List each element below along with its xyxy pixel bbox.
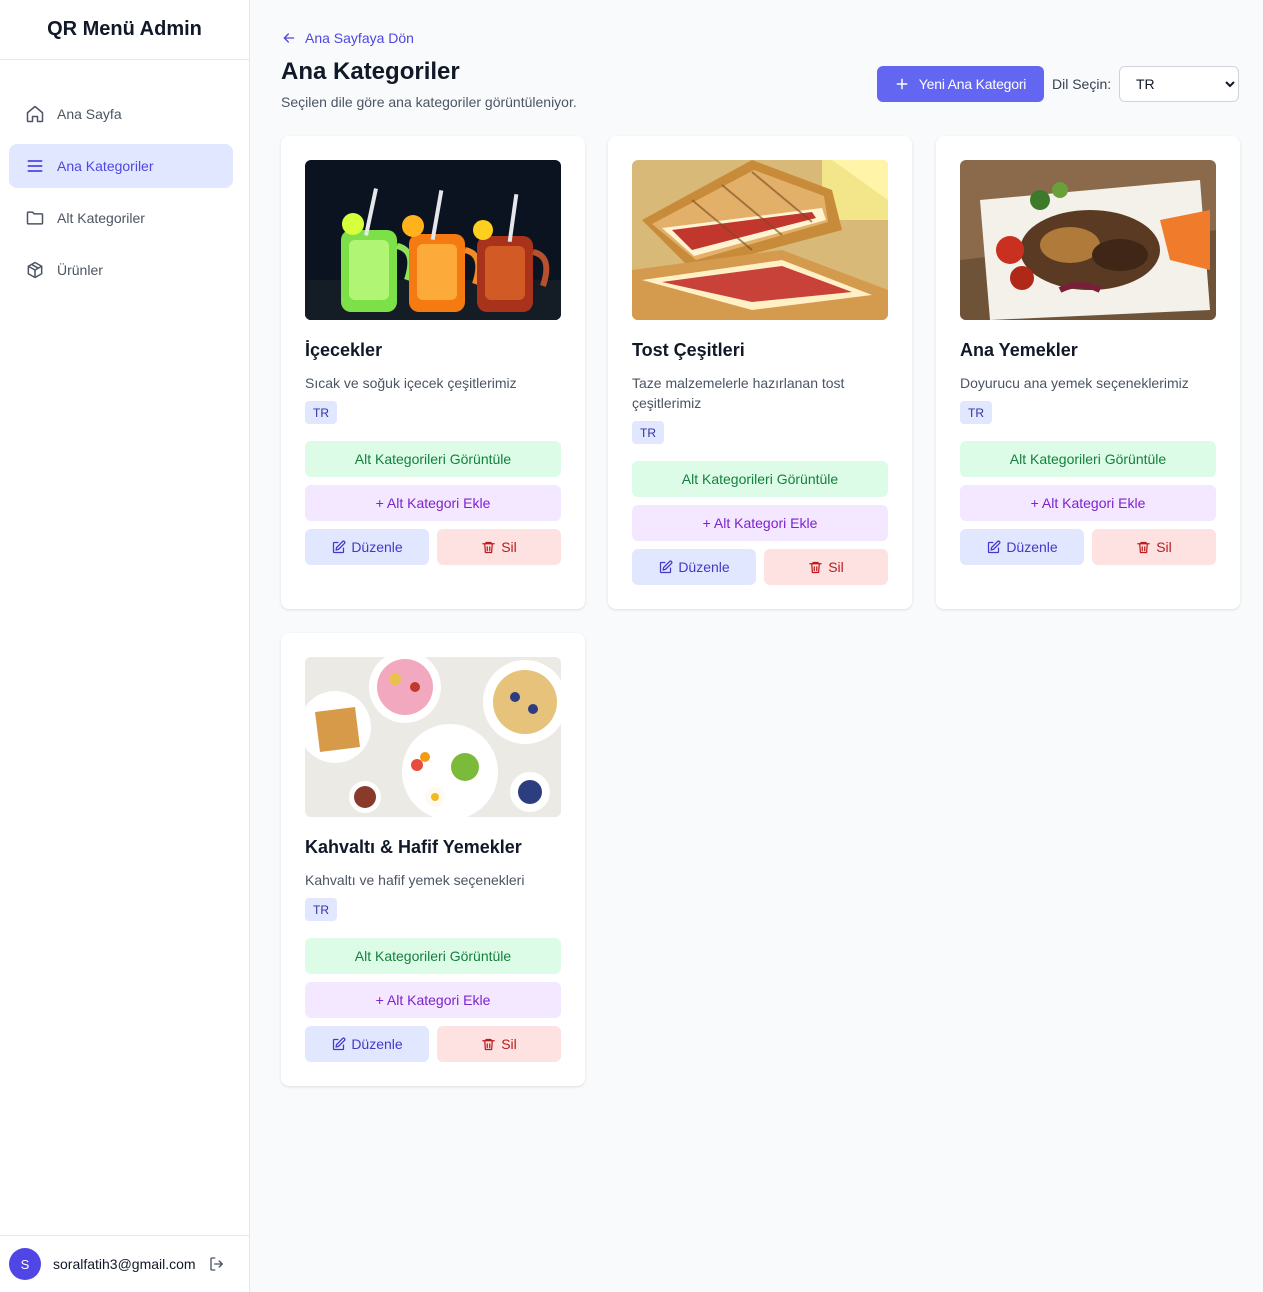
sidebar-item-main-categories[interactable]: Ana Kategoriler xyxy=(9,144,233,188)
add-subcategory-button[interactable]: + Alt Kategori Ekle xyxy=(305,485,561,521)
new-main-category-label: Yeni Ana Kategori xyxy=(918,76,1027,92)
sidebar-item-label: Alt Kategoriler xyxy=(57,210,145,226)
delete-label: Sil xyxy=(501,1036,517,1052)
category-card: Ana Yemekler Doyurucu ana yemek seçenekl… xyxy=(936,136,1240,609)
category-card: Kahvaltı & Hafif Yemekler Kahvaltı ve ha… xyxy=(281,633,585,1086)
edit-button[interactable]: Düzenle xyxy=(632,549,756,585)
edit-button[interactable]: Düzenle xyxy=(960,529,1084,565)
plus-icon xyxy=(896,78,908,90)
edit-button[interactable]: Düzenle xyxy=(305,1026,429,1062)
trash-icon xyxy=(1137,541,1150,553)
folder-icon xyxy=(25,208,45,228)
delete-button[interactable]: Sil xyxy=(764,549,888,585)
add-subcategory-button[interactable]: + Alt Kategori Ekle xyxy=(960,485,1216,521)
back-link-label: Ana Sayfaya Dön xyxy=(305,30,414,46)
sidebar-item-products[interactable]: Ürünler xyxy=(9,248,233,292)
view-subcategories-button[interactable]: Alt Kategorileri Görüntüle xyxy=(305,938,561,974)
category-card: Tost Çeşitleri Taze malzemelerle hazırla… xyxy=(608,136,912,609)
trash-icon xyxy=(809,561,822,573)
app-title: QR Menü Admin xyxy=(0,0,249,60)
new-main-category-button[interactable]: Yeni Ana Kategori xyxy=(877,66,1044,102)
language-badge: TR xyxy=(305,401,337,424)
category-title: Ana Yemekler xyxy=(960,340,1078,360)
category-image xyxy=(632,160,888,320)
user-email: soralfatih3@gmail.com xyxy=(53,1256,196,1272)
language-select[interactable]: TR xyxy=(1119,66,1239,102)
delete-label: Sil xyxy=(1156,539,1172,555)
delete-label: Sil xyxy=(828,559,844,575)
category-image xyxy=(960,160,1216,320)
delete-button[interactable]: Sil xyxy=(437,529,561,565)
category-title: İçecekler xyxy=(305,340,383,360)
home-icon xyxy=(25,104,45,124)
sidebar-item-home[interactable]: Ana Sayfa xyxy=(9,92,233,136)
category-description: Sıcak ve soğuk içecek çeşitlerimiz xyxy=(305,375,517,391)
sidebar-item-sub-categories[interactable]: Alt Kategoriler xyxy=(9,196,233,240)
language-badge: TR xyxy=(632,421,664,444)
add-subcategory-button[interactable]: + Alt Kategori Ekle xyxy=(632,505,888,541)
view-subcategories-button[interactable]: Alt Kategorileri Görüntüle xyxy=(632,461,888,497)
page-subtitle: Seçilen dile göre ana kategoriler görünt… xyxy=(281,94,577,110)
arrow-left-icon xyxy=(283,33,295,43)
edit-icon xyxy=(333,540,346,553)
sidebar-item-label: Ana Kategoriler xyxy=(57,158,154,174)
edit-label: Düzenle xyxy=(1006,539,1058,555)
edit-label: Düzenle xyxy=(351,1036,403,1052)
edit-icon xyxy=(988,540,1001,553)
category-title: Kahvaltı & Hafif Yemekler xyxy=(305,837,522,857)
delete-label: Sil xyxy=(501,539,517,555)
language-badge: TR xyxy=(305,898,337,921)
view-subcategories-button[interactable]: Alt Kategorileri Görüntüle xyxy=(305,441,561,477)
menu-icon xyxy=(25,156,45,176)
delete-button[interactable]: Sil xyxy=(1092,529,1216,565)
category-image xyxy=(305,160,561,320)
language-badge: TR xyxy=(960,401,992,424)
trash-icon xyxy=(482,541,495,553)
avatar: S xyxy=(9,1248,41,1280)
category-description: Taze malzemelerle hazırlanan tost çeşitl… xyxy=(632,375,845,411)
sidebar-item-label: Ürünler xyxy=(57,262,103,278)
category-title: Tost Çeşitleri xyxy=(632,340,745,360)
sidebar: QR Menü Admin Ana Sayfa Ana Kategoriler … xyxy=(0,0,250,1292)
main-content: Ana Sayfaya Dön Ana Kategoriler Seçilen … xyxy=(250,0,1263,1292)
language-label: Dil Seçin: xyxy=(1052,76,1112,92)
edit-icon xyxy=(333,1037,346,1050)
sidebar-nav: Ana Sayfa Ana Kategoriler Alt Kategorile… xyxy=(0,60,249,292)
category-image xyxy=(305,657,561,817)
view-subcategories-button[interactable]: Alt Kategorileri Görüntüle xyxy=(960,441,1216,477)
trash-icon xyxy=(482,1038,495,1050)
logout-icon[interactable] xyxy=(208,1255,226,1273)
user-footer: S soralfatih3@gmail.com xyxy=(0,1235,249,1292)
category-description: Doyurucu ana yemek seçeneklerimiz xyxy=(960,375,1189,391)
back-link[interactable]: Ana Sayfaya Dön xyxy=(281,30,414,46)
edit-label: Düzenle xyxy=(351,539,403,555)
sidebar-item-label: Ana Sayfa xyxy=(57,106,122,122)
add-subcategory-button[interactable]: + Alt Kategori Ekle xyxy=(305,982,561,1018)
edit-icon xyxy=(660,560,673,573)
delete-button[interactable]: Sil xyxy=(437,1026,561,1062)
box-icon xyxy=(25,260,45,280)
category-card: İçecekler Sıcak ve soğuk içecek çeşitler… xyxy=(281,136,585,609)
edit-label: Düzenle xyxy=(678,559,730,575)
category-description: Kahvaltı ve hafif yemek seçenekleri xyxy=(305,872,525,888)
edit-button[interactable]: Düzenle xyxy=(305,529,429,565)
page-title: Ana Kategoriler xyxy=(281,58,460,85)
